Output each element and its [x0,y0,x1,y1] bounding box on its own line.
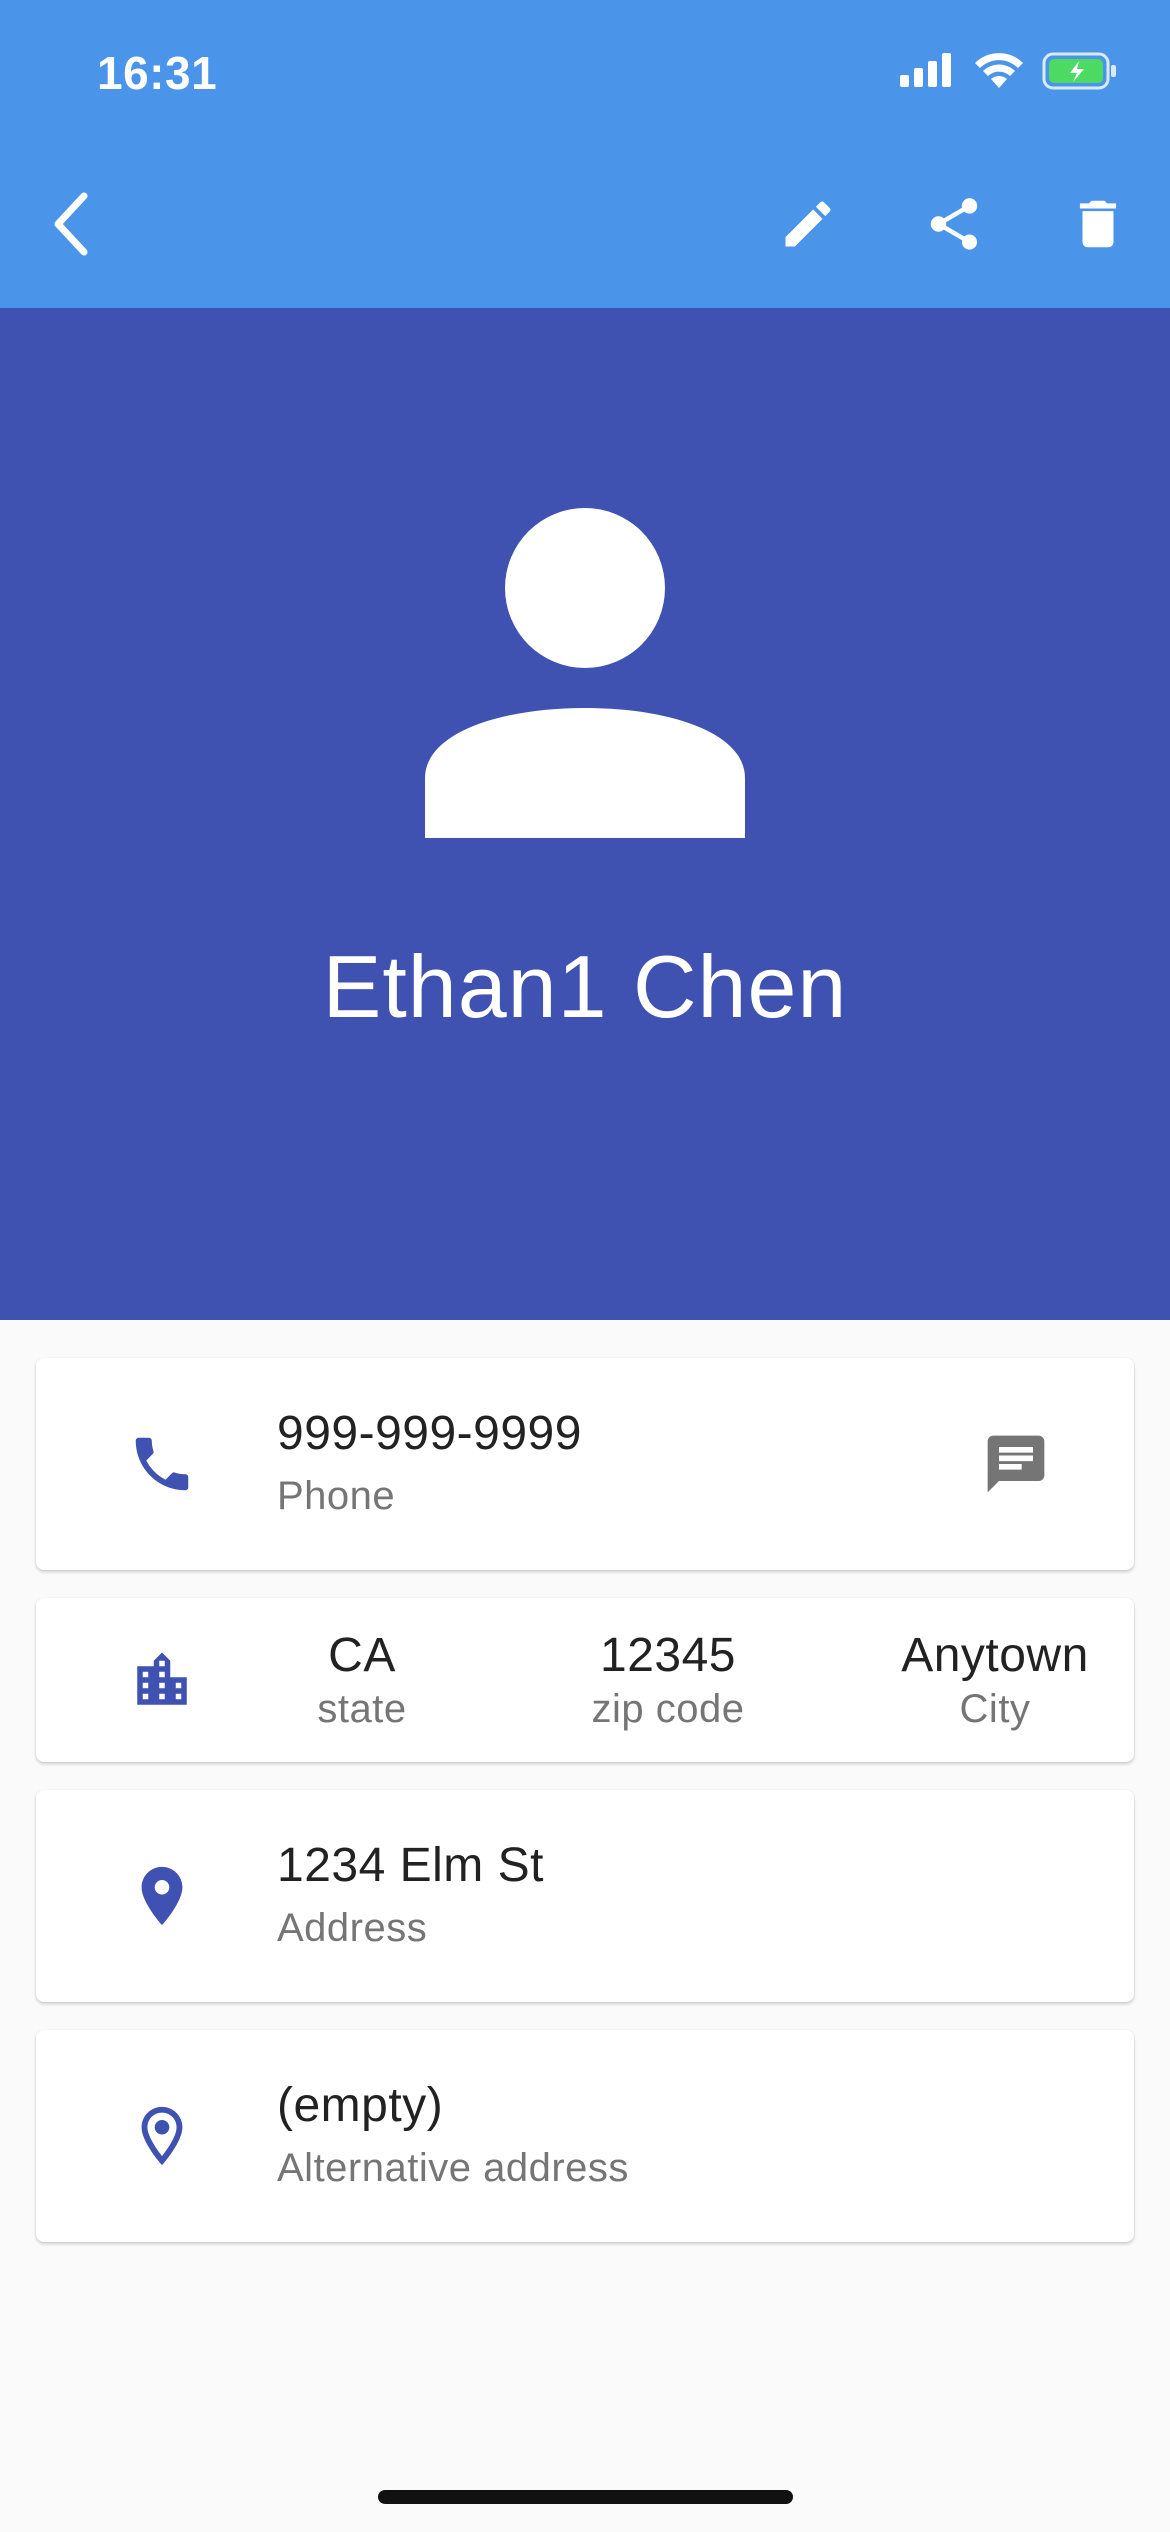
phone-icon[interactable] [122,1424,202,1504]
status-icons [900,52,1118,90]
alt-address-value: (empty) [277,2079,444,2132]
alt-address-label: Alternative address [277,2146,629,2190]
location-pin-icon [122,1856,202,1936]
edit-button[interactable] [766,182,850,266]
city-label: City [959,1687,1031,1731]
state-label: state [317,1687,407,1731]
zip-label: zip code [591,1687,745,1731]
contact-name: Ethan1 Chen [322,937,848,1036]
delete-button[interactable] [1056,182,1140,266]
status-bar: 16:31 [0,0,1170,140]
address-card[interactable]: 1234 Elm St Address [36,1790,1134,2002]
delete-icon [1079,200,1117,248]
message-icon [987,1435,1045,1493]
wifi-icon [975,53,1023,88]
home-indicator[interactable] [378,2490,793,2504]
alt-address-card[interactable]: (empty) Alternative address [36,2030,1134,2242]
status-time: 16:31 [97,47,218,99]
location-pin-outline-icon [122,2096,202,2176]
person-avatar-icon [425,508,745,838]
city-building-icon [122,1640,202,1720]
contact-header: Ethan1 Chen [0,308,1170,1320]
share-icon [930,198,978,250]
state-field: CA state [257,1628,467,1732]
state-value: CA [328,1629,396,1682]
message-button[interactable] [976,1424,1056,1504]
phone-label: Phone [277,1474,396,1518]
city-value: Anytown [901,1629,1089,1682]
battery-icon [1042,52,1116,90]
address-label: Address [277,1906,428,1950]
signal-icon [900,53,951,87]
phone-card[interactable]: 999-999-9999 Phone [36,1358,1134,1570]
zip-field: 12345 zip code [526,1628,810,1732]
edit-icon [785,201,831,247]
location-card[interactable]: CA state 12345 zip code Anytown City [36,1598,1134,1762]
city-field: Anytown City [870,1628,1120,1732]
zip-value: 12345 [600,1629,736,1682]
back-button[interactable] [30,184,110,264]
chevron-left-icon [54,192,88,256]
app-bar [0,140,1170,308]
phone-number: 999-999-9999 [277,1407,582,1460]
address-value: 1234 Elm St [277,1839,544,1892]
share-button[interactable] [912,182,996,266]
